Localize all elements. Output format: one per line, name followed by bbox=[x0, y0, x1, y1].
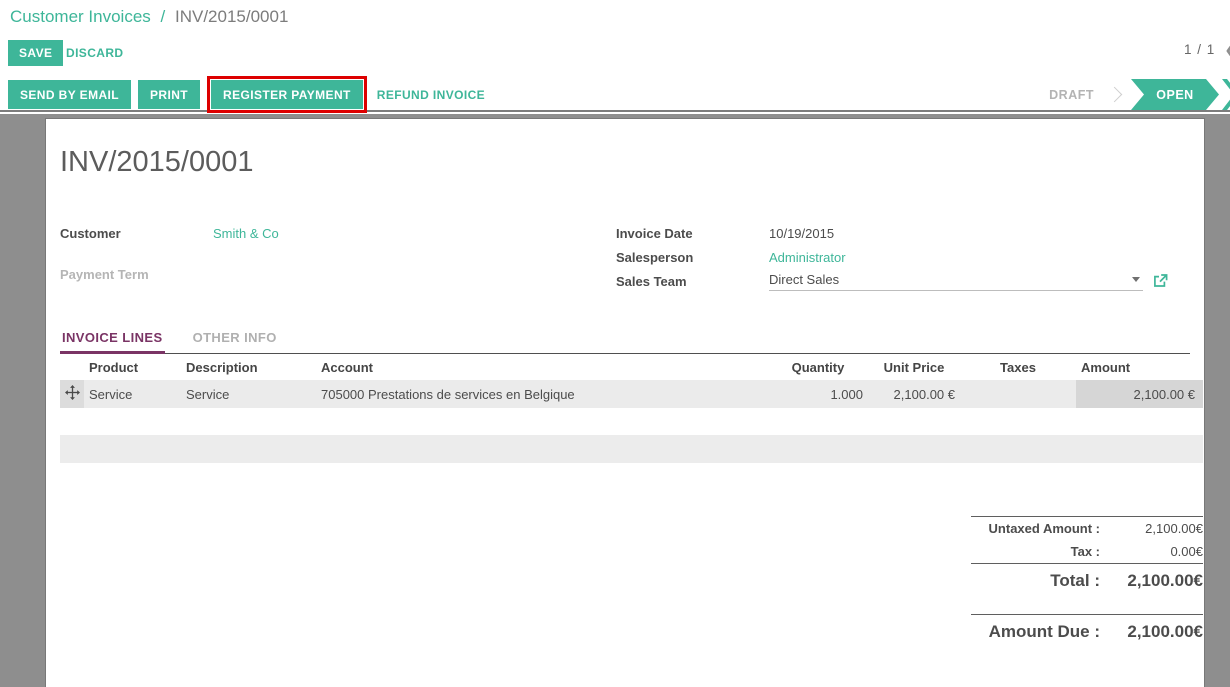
notebook-tabs: INVOICE LINES OTHER INFO bbox=[60, 330, 1190, 354]
invoice-sheet: INV/2015/0001 Customer Smith & Co Paymen… bbox=[46, 119, 1204, 687]
totals-block: Untaxed Amount : 2,100.00€ Tax : 0.00€ T… bbox=[971, 516, 1203, 651]
salesperson-value-link[interactable]: Administrator bbox=[769, 250, 846, 265]
pager-count: 1 / 1 bbox=[1184, 42, 1215, 57]
sales-team-field-row: Sales Team Direct Sales bbox=[616, 269, 1168, 293]
customer-field-row: Customer Smith & Co bbox=[60, 221, 616, 245]
breadcrumb: Customer Invoices / INV/2015/0001 bbox=[10, 7, 288, 27]
cell-product[interactable]: Service bbox=[84, 380, 181, 408]
breadcrumb-parent-link[interactable]: Customer Invoices bbox=[10, 7, 151, 26]
tax-label: Tax : bbox=[971, 544, 1100, 559]
chevron-down-icon[interactable] bbox=[1132, 277, 1140, 282]
payment-term-field-row: Payment Term bbox=[60, 262, 616, 286]
pager-prev-icon[interactable]: ‹ bbox=[1225, 41, 1230, 57]
column-header-account[interactable]: Account bbox=[316, 354, 768, 380]
cell-quantity[interactable]: 1.000 bbox=[768, 380, 868, 408]
action-bar: SEND BY EMAIL PRINT REGISTER PAYMENT REF… bbox=[0, 79, 1230, 112]
handle-column-header bbox=[60, 354, 84, 380]
send-by-email-button[interactable]: SEND BY EMAIL bbox=[8, 80, 131, 109]
column-header-product[interactable]: Product bbox=[84, 354, 181, 380]
chevron-right-icon bbox=[1107, 87, 1123, 103]
cell-taxes[interactable] bbox=[960, 380, 1076, 408]
total-value: 2,100.00€ bbox=[1100, 571, 1203, 591]
drag-handle-icon[interactable] bbox=[60, 380, 84, 408]
sales-team-select[interactable]: Direct Sales bbox=[769, 272, 1143, 291]
column-header-amount[interactable]: Amount bbox=[1076, 354, 1203, 380]
external-link-icon[interactable] bbox=[1153, 274, 1168, 288]
invoice-number-title: INV/2015/0001 bbox=[60, 146, 1204, 179]
tax-value: 0.00€ bbox=[1100, 544, 1203, 559]
column-header-taxes[interactable]: Taxes bbox=[960, 354, 1076, 380]
column-header-unit-price[interactable]: Unit Price bbox=[868, 354, 960, 380]
field-group-right: Invoice Date 10/19/2015 Salesperson Admi… bbox=[616, 221, 1190, 293]
customer-value-link[interactable]: Smith & Co bbox=[213, 226, 279, 241]
cell-amount: 2,100.00 € bbox=[1076, 380, 1203, 408]
invoice-date-value[interactable]: 10/19/2015 bbox=[769, 226, 834, 241]
discard-button[interactable]: DISCARD bbox=[66, 46, 123, 60]
empty-line-placeholder[interactable] bbox=[60, 435, 1203, 463]
sales-team-label: Sales Team bbox=[616, 274, 769, 289]
save-button[interactable]: SAVE bbox=[8, 40, 63, 66]
salesperson-field-row: Salesperson Administrator bbox=[616, 245, 1168, 269]
salesperson-label: Salesperson bbox=[616, 250, 769, 265]
total-row: Total : 2,100.00€ bbox=[971, 564, 1203, 600]
statusbar-arrow-sliver bbox=[1222, 79, 1230, 110]
field-group-left: Customer Smith & Co Payment Term bbox=[60, 221, 616, 293]
amount-due-row: Amount Due : 2,100.00€ bbox=[971, 615, 1203, 651]
print-button[interactable]: PRINT bbox=[138, 80, 200, 109]
untaxed-amount-row: Untaxed Amount : 2,100.00€ bbox=[971, 517, 1203, 540]
statusbar-open[interactable]: OPEN bbox=[1131, 79, 1219, 110]
register-payment-highlight-annotation: REGISTER PAYMENT bbox=[207, 76, 367, 113]
tax-row: Tax : 0.00€ bbox=[971, 540, 1203, 563]
sales-team-value: Direct Sales bbox=[769, 272, 1132, 287]
statusbar-draft[interactable]: DRAFT bbox=[1049, 88, 1094, 102]
tab-invoice-lines[interactable]: INVOICE LINES bbox=[60, 330, 165, 353]
breadcrumb-separator: / bbox=[161, 7, 166, 26]
total-label: Total : bbox=[971, 571, 1100, 591]
refund-invoice-button[interactable]: REFUND INVOICE bbox=[377, 88, 485, 102]
cell-account[interactable]: 705000 Prestations de services en Belgiq… bbox=[316, 380, 768, 408]
untaxed-amount-label: Untaxed Amount : bbox=[971, 521, 1100, 536]
column-header-description[interactable]: Description bbox=[181, 354, 316, 380]
table-header-row: Product Description Account Quantity Uni… bbox=[60, 354, 1203, 380]
column-header-quantity[interactable]: Quantity bbox=[768, 354, 868, 380]
amount-due-value: 2,100.00€ bbox=[1100, 622, 1203, 642]
customer-label: Customer bbox=[60, 226, 213, 241]
register-payment-button[interactable]: REGISTER PAYMENT bbox=[211, 80, 363, 109]
invoice-line-row[interactable]: Service Service 705000 Prestations de se… bbox=[60, 380, 1203, 408]
statusbar: DRAFT OPEN bbox=[1049, 79, 1230, 110]
breadcrumb-current: INV/2015/0001 bbox=[175, 7, 288, 26]
invoice-date-label: Invoice Date bbox=[616, 226, 769, 241]
amount-due-label: Amount Due : bbox=[971, 622, 1100, 642]
invoice-date-field-row: Invoice Date 10/19/2015 bbox=[616, 221, 1168, 245]
invoice-lines-table: Product Description Account Quantity Uni… bbox=[60, 354, 1203, 408]
payment-term-label: Payment Term bbox=[60, 267, 213, 282]
untaxed-amount-value: 2,100.00€ bbox=[1100, 521, 1203, 536]
field-groups: Customer Smith & Co Payment Term Invoice… bbox=[60, 221, 1190, 293]
tab-other-info[interactable]: OTHER INFO bbox=[191, 330, 279, 353]
record-pager: 1 / 1 ‹ bbox=[1184, 41, 1230, 57]
cell-description[interactable]: Service bbox=[181, 380, 316, 408]
cell-unit-price[interactable]: 2,100.00 € bbox=[868, 380, 960, 408]
